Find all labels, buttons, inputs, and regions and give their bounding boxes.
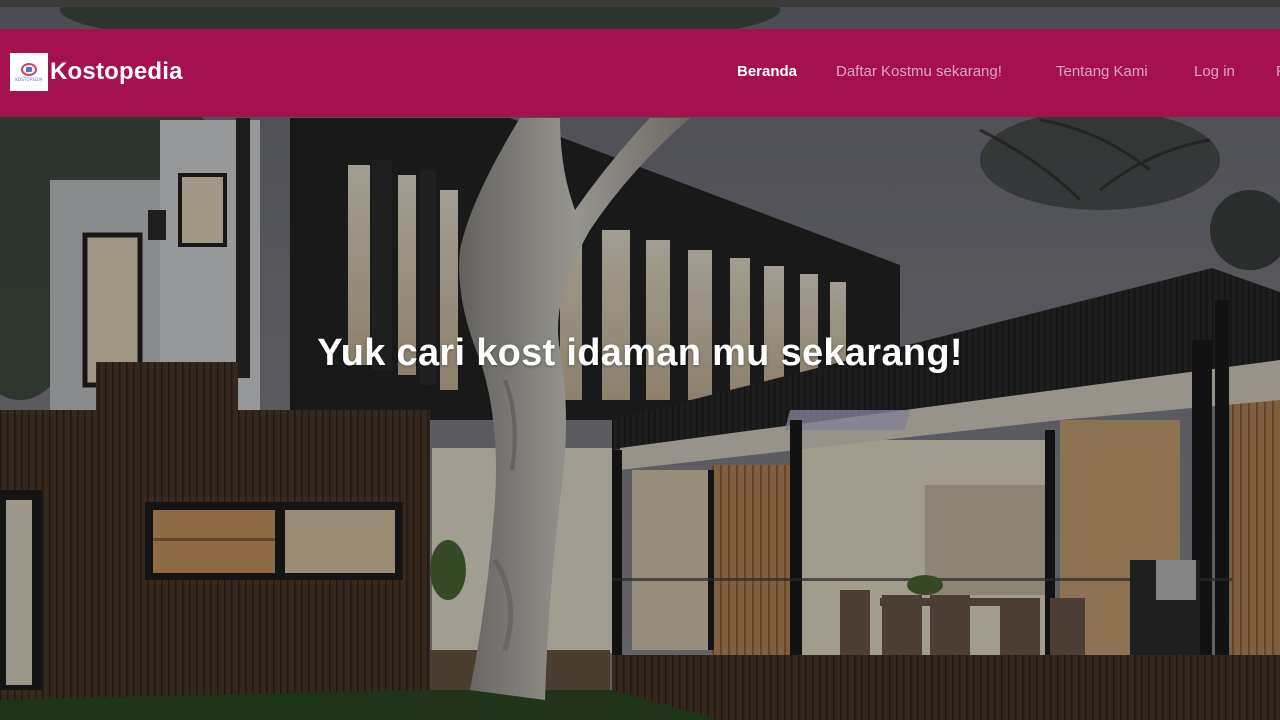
nav-links: Beranda Daftar Kostmu sekarang! Tentang … [0, 29, 1280, 117]
hero-headline: Yuk cari kost idaman mu sekarang! [317, 332, 963, 374]
page: KOSTOPEDIA Kostopedia Beranda Daftar Kos… [0, 0, 1280, 720]
window-top-strip [0, 0, 1280, 7]
nav-item-beranda[interactable]: Beranda [737, 63, 797, 80]
nav-item-register[interactable]: R [1276, 63, 1280, 80]
nav-item-tentang-kami[interactable]: Tentang Kami [1056, 63, 1148, 80]
nav-item-log-in[interactable]: Log in [1194, 63, 1235, 80]
navbar: KOSTOPEDIA Kostopedia Beranda Daftar Kos… [0, 29, 1280, 117]
nav-item-daftar-kost[interactable]: Daftar Kostmu sekarang! [836, 63, 1002, 80]
